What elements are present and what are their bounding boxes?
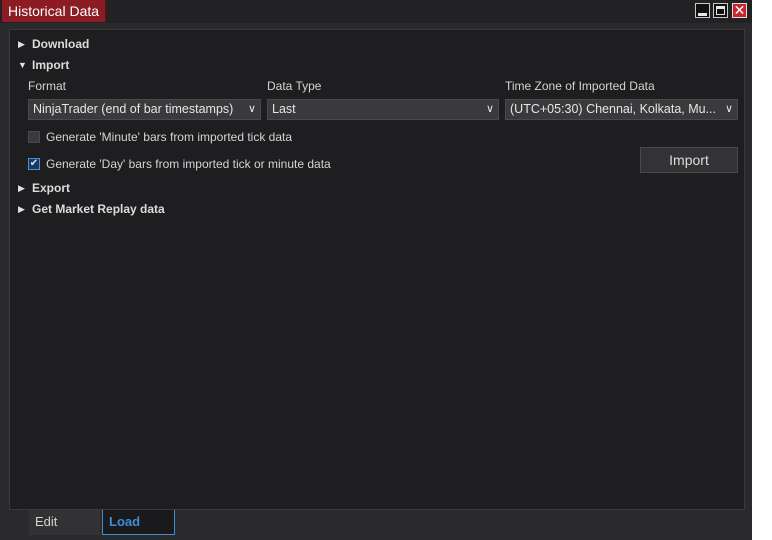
close-icon[interactable]: ✕ — [732, 3, 747, 18]
format-label: Format — [28, 79, 67, 93]
caret-right-icon: ▶ — [18, 182, 25, 193]
day-bars-label: Generate 'Day' bars from imported tick o… — [46, 157, 331, 171]
section-download-label: Download — [32, 37, 90, 51]
data-type-select-value: Last — [272, 102, 296, 116]
tab-load[interactable]: Load — [102, 510, 175, 535]
section-market-replay-label: Get Market Replay data — [32, 202, 165, 216]
caret-down-icon: ▼ — [18, 60, 27, 70]
caret-right-icon: ▶ — [18, 203, 25, 214]
content-panel: ▶ Download ▼ Import Format Data Type Tim… — [9, 29, 745, 510]
chevron-down-icon: ∨ — [247, 103, 256, 115]
data-type-label: Data Type — [267, 79, 322, 93]
time-zone-label: Time Zone of Imported Data — [505, 79, 655, 93]
day-bars-checkbox[interactable]: ✔ — [28, 158, 40, 170]
section-export-label: Export — [32, 181, 71, 195]
time-zone-select[interactable]: (UTC+05:30) Chennai, Kolkata, Mu... ∨ — [505, 99, 738, 120]
historical-data-window: Historical Data ✕ ▶ Download ▼ Import Fo… — [0, 0, 752, 540]
caret-right-icon: ▶ — [18, 38, 25, 49]
tab-edit[interactable]: Edit — [29, 510, 100, 535]
section-import[interactable]: ▼ Import — [18, 56, 69, 74]
chevron-down-icon: ∨ — [724, 103, 733, 115]
minimize-icon[interactable] — [695, 3, 710, 18]
format-select[interactable]: NinjaTrader (end of bar timestamps) ∨ — [28, 99, 261, 120]
section-market-replay[interactable]: ▶ Get Market Replay data — [18, 200, 165, 218]
import-button[interactable]: Import — [640, 147, 738, 173]
section-import-label: Import — [32, 58, 70, 72]
background-strip — [752, 0, 772, 540]
time-zone-select-value: (UTC+05:30) Chennai, Kolkata, Mu... — [510, 102, 716, 116]
format-select-value: NinjaTrader (end of bar timestamps) — [33, 102, 234, 116]
checkmark-icon: ✔ — [29, 158, 39, 169]
window-title: Historical Data — [2, 0, 107, 22]
chevron-down-icon: ∨ — [485, 103, 494, 115]
section-export[interactable]: ▶ Export — [18, 179, 70, 197]
data-type-select[interactable]: Last ∨ — [267, 99, 499, 120]
section-download[interactable]: ▶ Download — [18, 35, 89, 53]
minute-bars-option[interactable]: Generate 'Minute' bars from imported tic… — [28, 129, 292, 145]
minute-bars-label: Generate 'Minute' bars from imported tic… — [46, 130, 293, 144]
day-bars-option[interactable]: ✔ Generate 'Day' bars from imported tick… — [28, 156, 331, 172]
minute-bars-checkbox[interactable] — [28, 131, 40, 143]
maximize-icon[interactable] — [713, 3, 728, 18]
title-bar[interactable]: Historical Data ✕ — [0, 0, 752, 23]
